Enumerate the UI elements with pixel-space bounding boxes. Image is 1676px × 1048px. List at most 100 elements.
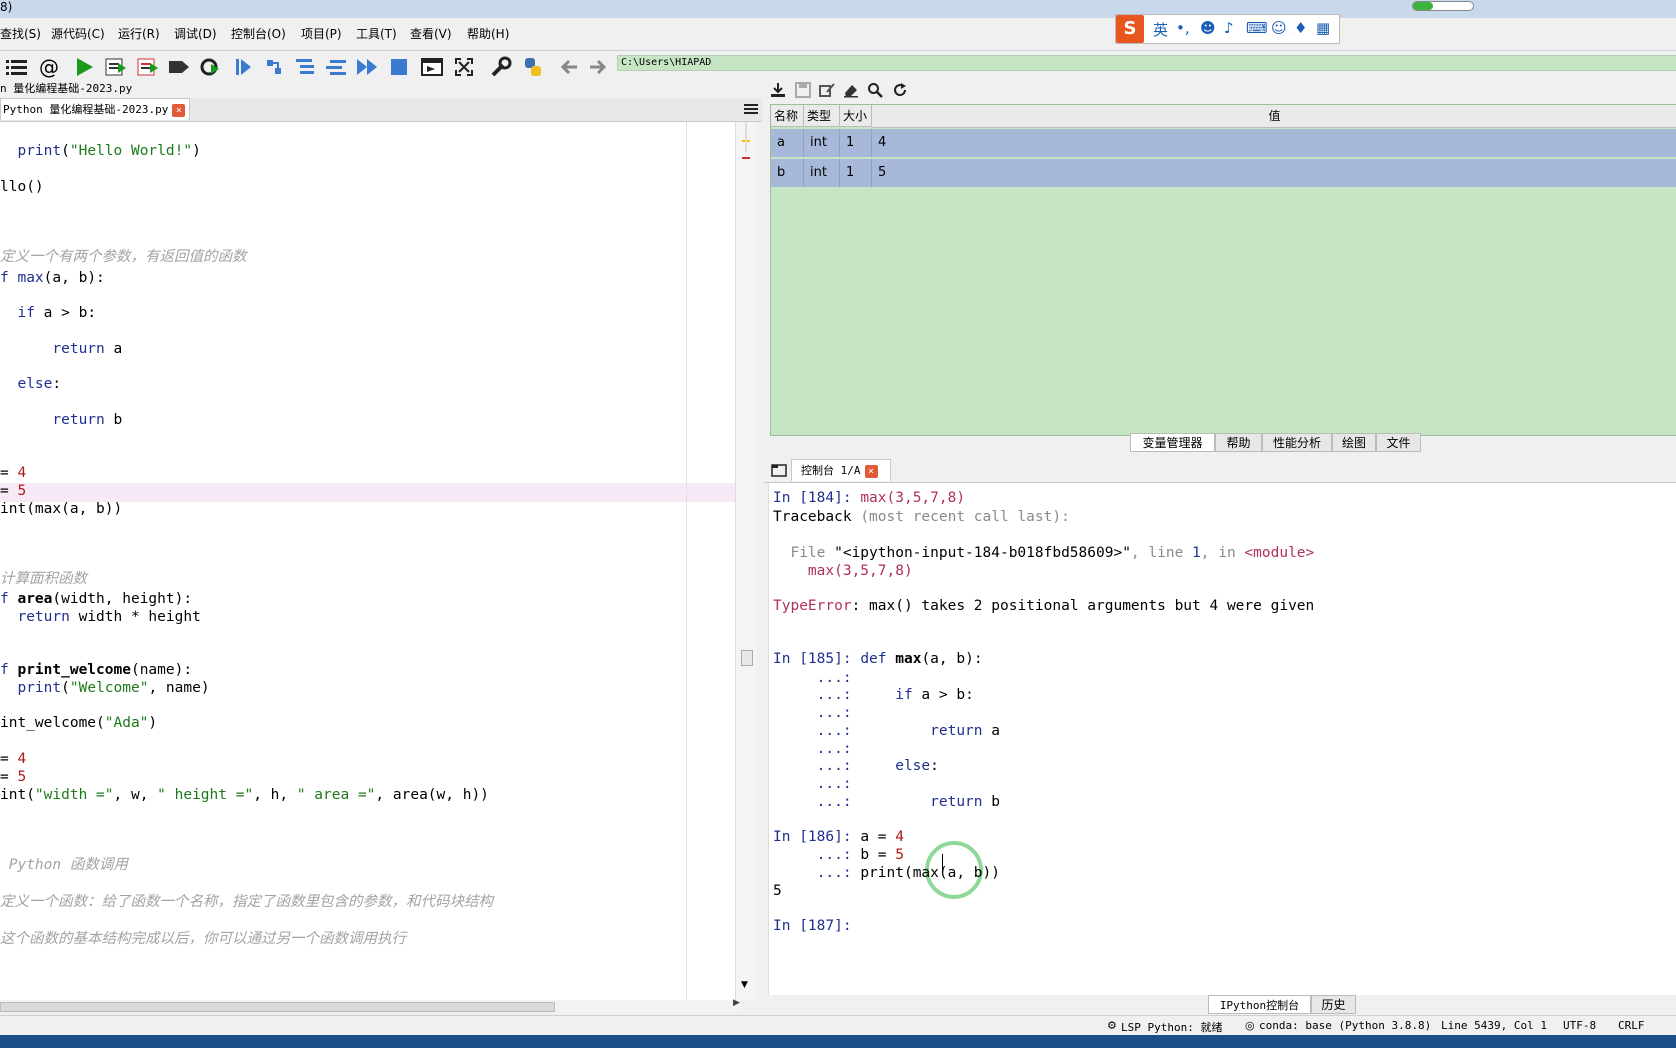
- import-icon[interactable]: [770, 82, 786, 102]
- var-size: 1: [840, 129, 872, 157]
- table-row[interactable]: a int 1 4: [771, 129, 1676, 157]
- ipython-console[interactable]: In [184]: max(3,5,7,8) Traceback (most re…: [768, 483, 1676, 995]
- ime-language[interactable]: 英: [1153, 19, 1168, 40]
- console-token: ...:: [773, 865, 861, 881]
- keyboard-icon[interactable]: ⌨: [1246, 19, 1268, 37]
- code-line: f max(a, b):: [0, 269, 105, 287]
- skin-icon[interactable]: ♦: [1294, 19, 1307, 37]
- close-icon[interactable]: ×: [864, 464, 878, 478]
- options-menu-icon[interactable]: [744, 102, 758, 116]
- step-icon[interactable]: [262, 54, 288, 80]
- sogou-logo-icon[interactable]: S: [1116, 15, 1144, 43]
- menu-run[interactable]: 运行(R): [118, 25, 160, 42]
- folder-icon[interactable]: [771, 463, 787, 481]
- console-token: :: [930, 758, 939, 774]
- code-token: Python 函数调用: [0, 857, 128, 873]
- console-token: b: [982, 794, 1000, 810]
- at-icon[interactable]: @: [36, 54, 62, 80]
- working-directory-field[interactable]: C:\Users\HIAPAD: [617, 55, 1676, 71]
- scroll-down-icon[interactable]: ▼: [741, 980, 748, 990]
- console-token: b =: [860, 847, 896, 863]
- editor-tab[interactable]: Python 量化编程基础-2023.py ×: [0, 98, 190, 120]
- code-token: "Ada": [104, 715, 149, 731]
- emoji-icon[interactable]: ☻: [1200, 19, 1216, 37]
- run-cell-icon[interactable]: [103, 54, 129, 80]
- tab-files[interactable]: 文件: [1376, 433, 1421, 452]
- header-name[interactable]: 名称: [771, 105, 804, 127]
- continue-icon[interactable]: [354, 54, 380, 80]
- menu-debug[interactable]: 调试(D): [174, 25, 217, 42]
- menu-source[interactable]: 源代码(C): [51, 25, 105, 42]
- run-cell-advance-icon[interactable]: [135, 54, 161, 80]
- header-value[interactable]: 值: [872, 105, 1676, 128]
- tab-help[interactable]: 帮助: [1215, 433, 1262, 452]
- menu-tools[interactable]: 工具(T): [356, 25, 397, 42]
- conda-env: conda: base (Python 3.8.8): [1259, 1019, 1432, 1032]
- editor-hscrollbar[interactable]: ▶: [0, 998, 740, 1012]
- save-icon[interactable]: [795, 82, 811, 102]
- console-token: , line: [1130, 545, 1193, 561]
- code-editor[interactable]: print("Hello World!") llo() 定义一个有两个参数，有返回值…: [0, 122, 735, 1000]
- console-token: ...:: [773, 723, 931, 739]
- search-icon[interactable]: [867, 82, 883, 102]
- hscroll-thumb[interactable]: [0, 1002, 555, 1012]
- tab-history[interactable]: 历史: [1311, 995, 1356, 1014]
- save-as-icon[interactable]: [819, 82, 835, 102]
- forward-arrow-icon[interactable]: [585, 54, 611, 80]
- code-token: (a, b):: [43, 270, 105, 286]
- tab-variable-explorer[interactable]: 变量管理器: [1130, 433, 1215, 452]
- back-arrow-icon[interactable]: [556, 54, 582, 80]
- console-line: ...: return a: [773, 722, 1000, 741]
- user-icon[interactable]: ☺: [1271, 19, 1287, 37]
- step-return-icon[interactable]: [323, 54, 349, 80]
- step-into-icon[interactable]: [292, 54, 318, 80]
- close-icon[interactable]: ×: [172, 103, 186, 117]
- menu-project[interactable]: 项目(P): [301, 25, 342, 42]
- tab-plots[interactable]: 绘图: [1332, 433, 1376, 452]
- console-line: Traceback (most recent call last):: [773, 508, 1070, 527]
- header-size[interactable]: 大小: [840, 105, 872, 127]
- tab-ipython-console[interactable]: IPython控制台: [1208, 995, 1311, 1014]
- menu-console[interactable]: 控制台(O): [231, 25, 286, 42]
- console-tab[interactable]: 控制台 1/A ×: [791, 459, 891, 481]
- debug-icon[interactable]: [230, 54, 256, 80]
- stop-icon[interactable]: [386, 54, 412, 80]
- rerun-icon[interactable]: [197, 54, 223, 80]
- code-line: = 5: [0, 768, 26, 786]
- erase-icon[interactable]: [843, 82, 859, 102]
- console-token: : max() takes 2 positional arguments but…: [851, 598, 1315, 614]
- table-row[interactable]: b int 1 5: [771, 159, 1676, 187]
- menu-view[interactable]: 查看(V): [410, 25, 452, 42]
- code-token: if: [17, 305, 35, 321]
- editor-scrollbar[interactable]: ▼: [735, 122, 756, 1000]
- menu-bar: 查找(S) 源代码(C) 运行(R) 调试(D) 控制台(O) 项目(P) 工具…: [0, 18, 1676, 51]
- list-icon[interactable]: [4, 54, 30, 80]
- console-token: ...:: [773, 705, 852, 721]
- punctuation-icon[interactable]: •,: [1176, 19, 1190, 37]
- menu-help[interactable]: 帮助(H): [467, 25, 509, 42]
- code-token: int_welcome(: [0, 715, 105, 731]
- run-selection-icon[interactable]: [166, 54, 192, 80]
- console-token: ]:: [834, 490, 861, 506]
- tab-profiler[interactable]: 性能分析: [1262, 433, 1332, 452]
- header-type[interactable]: 类型: [804, 105, 840, 127]
- menu-search[interactable]: 查找(S): [0, 25, 41, 42]
- wrench-icon[interactable]: [488, 54, 514, 80]
- microphone-icon[interactable]: ♪: [1224, 19, 1234, 37]
- scroll-right-icon[interactable]: ▶: [733, 998, 740, 1008]
- maximize-pane-icon[interactable]: [419, 54, 445, 80]
- refresh-icon[interactable]: [892, 82, 908, 102]
- editor-scroll-thumb[interactable]: [741, 650, 753, 666]
- console-token: 184: [807, 490, 835, 506]
- var-name: a: [771, 129, 804, 157]
- code-token: 计算面积函数: [0, 571, 87, 587]
- code-token: "width =": [34, 787, 114, 803]
- python-path-icon[interactable]: [520, 54, 546, 80]
- code-token: 4: [17, 465, 27, 481]
- file-path-label: n 量化编程基础-2023.py: [0, 80, 760, 96]
- fullscreen-icon[interactable]: [451, 54, 477, 80]
- apps-grid-icon[interactable]: ▦: [1316, 19, 1330, 37]
- run-icon[interactable]: [71, 54, 97, 80]
- code-line: Python 函数调用: [0, 856, 128, 874]
